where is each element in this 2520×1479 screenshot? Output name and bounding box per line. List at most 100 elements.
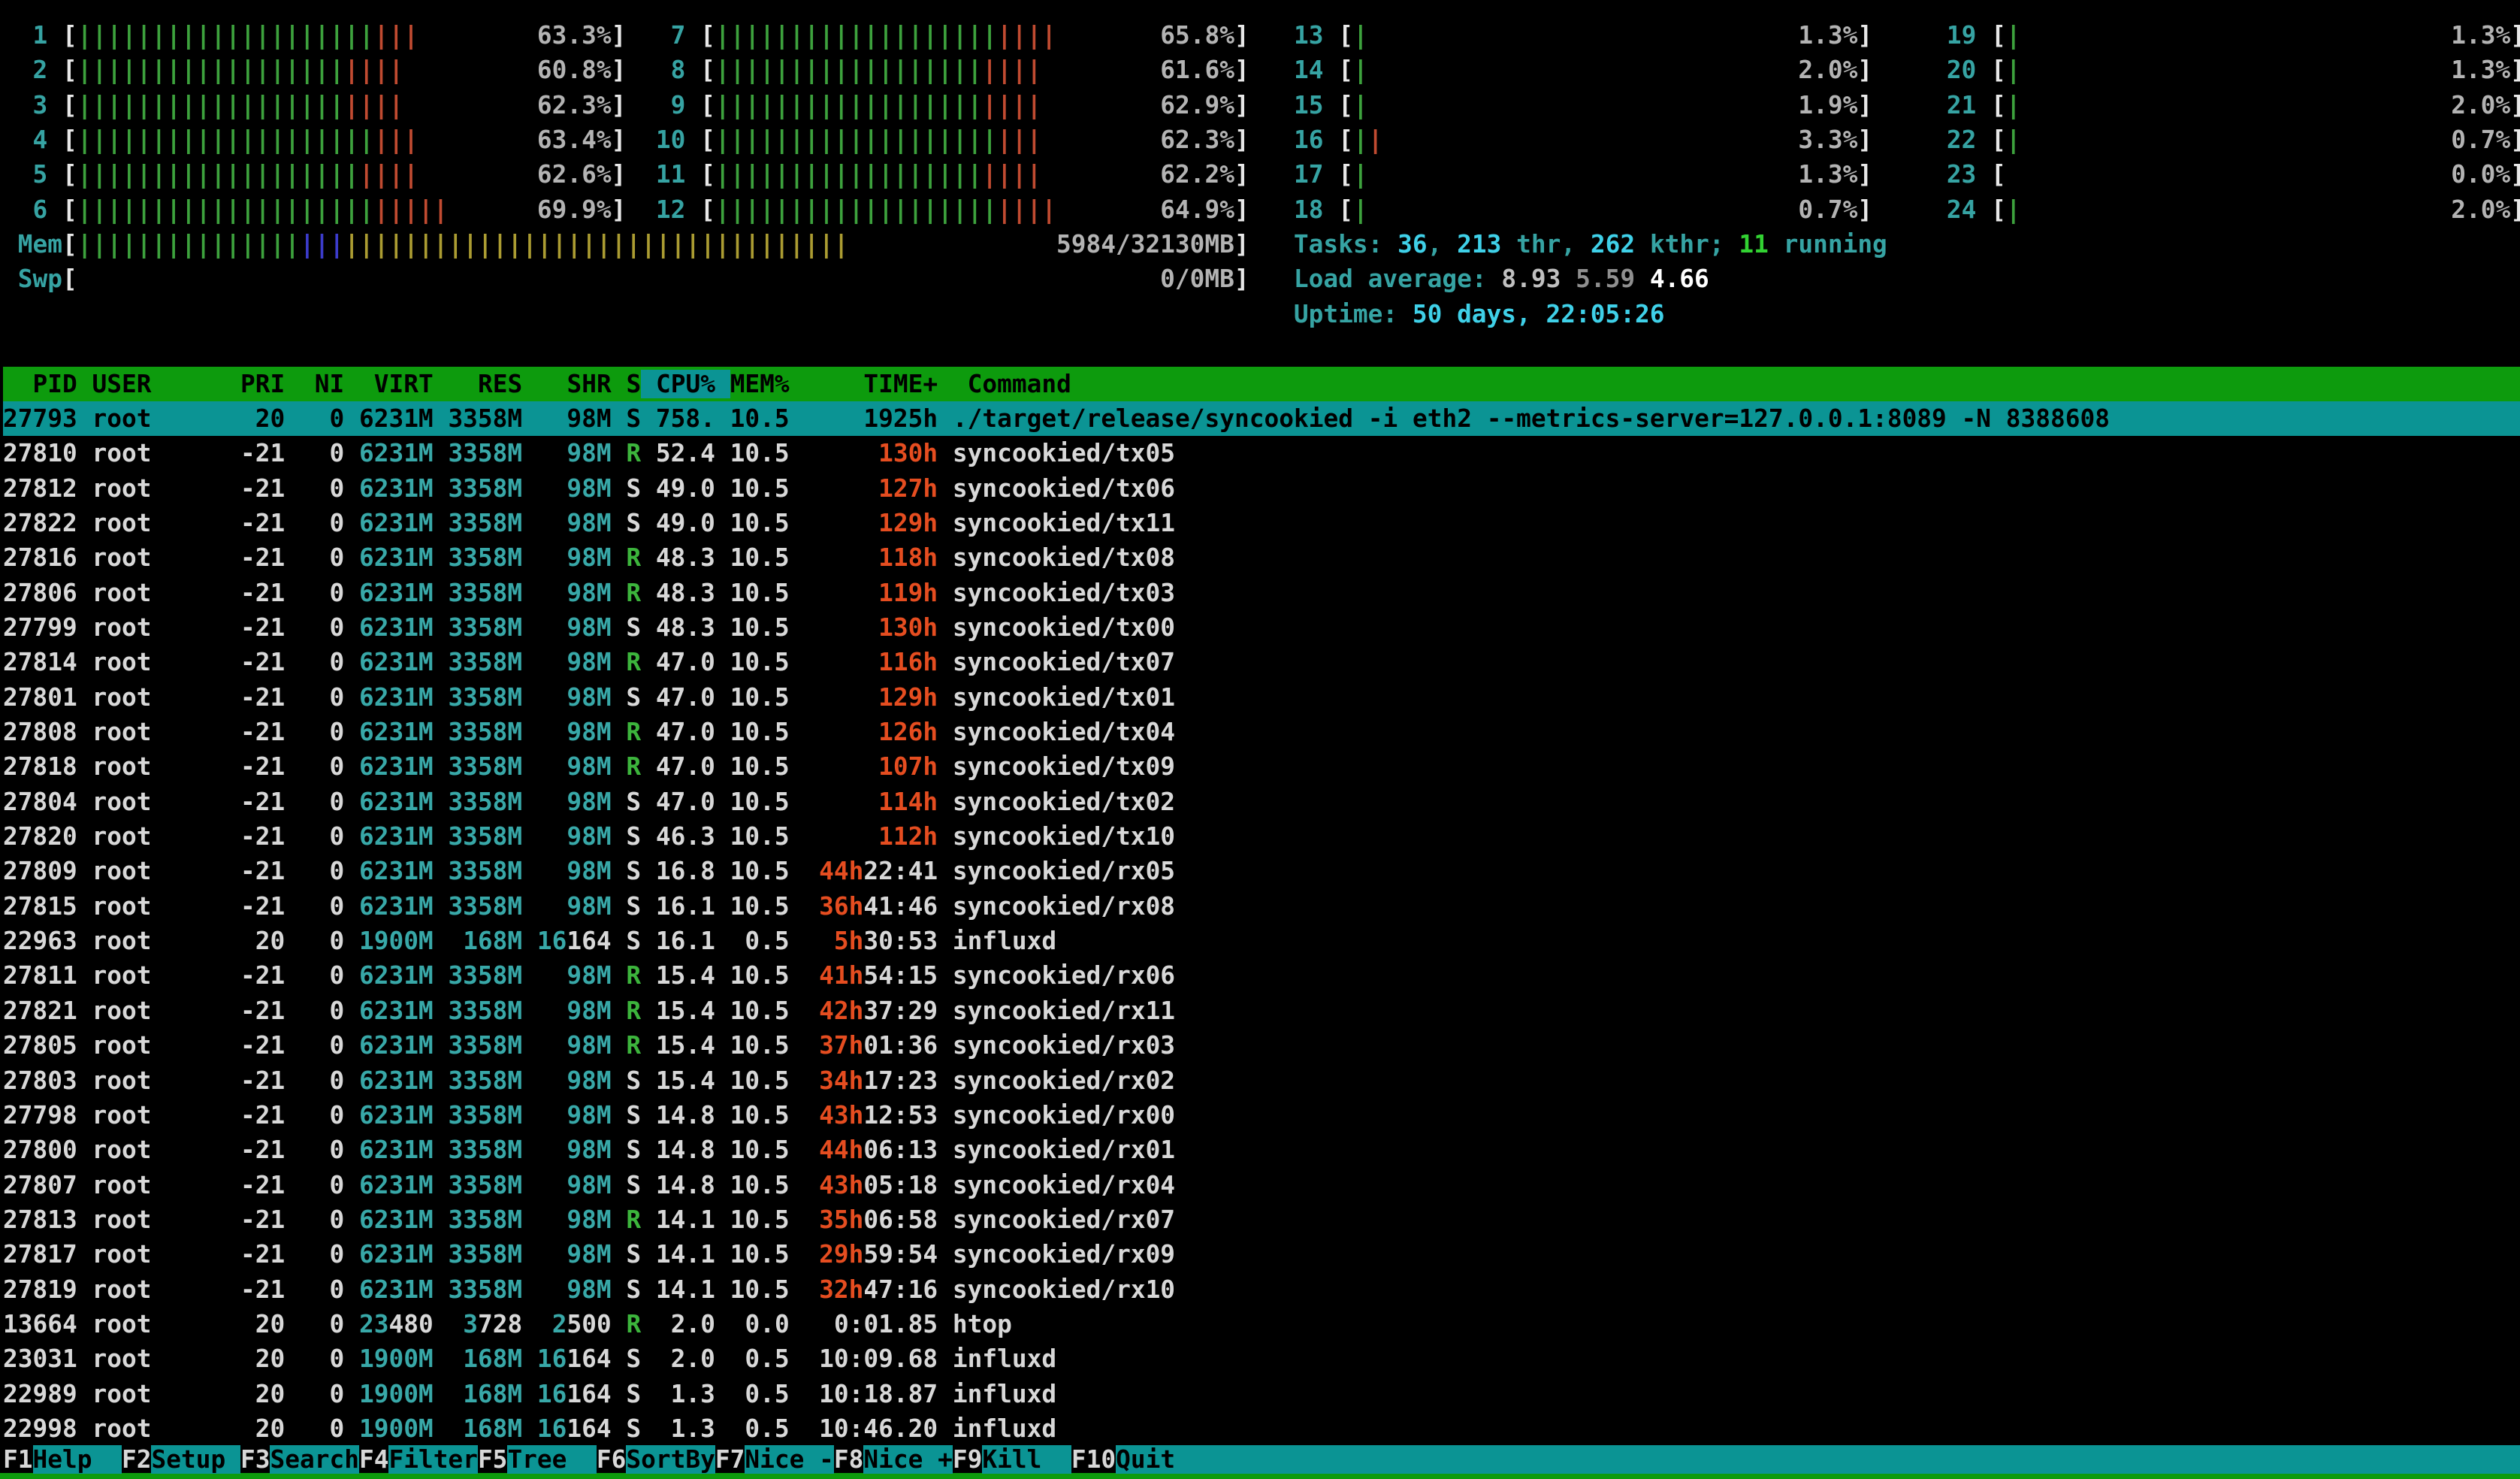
meter-ticks-green: ||||||||||||||||||| (77, 160, 359, 189)
fkey-f3-key[interactable]: F3 (240, 1445, 270, 1474)
fkey-f5-label[interactable]: Tree (507, 1445, 596, 1474)
process-row-27810[interactable]: 27810 root -21 0 6231M 3358M 98M R 52.4 … (3, 436, 2520, 470)
fkey-f10-key[interactable]: F10 (1071, 1445, 1116, 1474)
fkey-f8-key[interactable]: F8 (834, 1445, 864, 1474)
cell-command: syncookied/tx03 (953, 579, 1175, 607)
cell-command: syncookied/rx08 (953, 892, 1175, 921)
column-header-command[interactable]: Command (968, 370, 1071, 398)
spacer (285, 370, 315, 398)
process-row-27821[interactable]: 27821 root -21 0 6231M 3358M 98M R 15.4 … (3, 994, 2520, 1028)
meter-ticks-green: | (1353, 56, 1368, 84)
process-row-27822[interactable]: 27822 root -21 0 6231M 3358M 98M S 49.0 … (3, 506, 2520, 540)
spacer (151, 961, 225, 990)
cell-shr-mb: 98M (567, 961, 611, 990)
spacer (2021, 56, 2452, 84)
column-header-pri[interactable]: PRI (240, 370, 285, 398)
column-header-pid[interactable]: PID (33, 370, 77, 398)
process-row-27808[interactable]: 27808 root -21 0 6231M 3358M 98M R 47.0 … (3, 715, 2520, 749)
cell-mem-percent: 10.5 (730, 1101, 790, 1130)
column-header-cpu[interactable]: CPU% (656, 370, 715, 398)
fkey-f1-label[interactable]: Help (33, 1445, 122, 1474)
column-header-mem[interactable]: MEM% (730, 370, 790, 398)
process-row-27811[interactable]: 27811 root -21 0 6231M 3358M 98M R 15.4 … (3, 958, 2520, 993)
process-row-27805[interactable]: 27805 root -21 0 6231M 3358M 98M R 15.4 … (3, 1028, 2520, 1063)
process-row-27816[interactable]: 27816 root -21 0 6231M 3358M 98M R 48.3 … (3, 540, 2520, 575)
spacer (522, 1275, 567, 1304)
process-row-27804[interactable]: 27804 root -21 0 6231M 3358M 98M S 47.0 … (3, 785, 2520, 819)
spacer (641, 1380, 671, 1408)
column-header-time[interactable]: TIME+ (863, 370, 938, 398)
cell-command: ./target/release/syncookied -i eth2 --me… (953, 404, 2110, 433)
process-row-27809[interactable]: 27809 root -21 0 6231M 3358M 98M S 16.8 … (3, 854, 2520, 888)
spacer (612, 683, 627, 712)
process-row-13664[interactable]: 13664 root 20 0 23480 3728 2500 R 2.0 0.… (3, 1307, 2520, 1341)
process-row-23031[interactable]: 23031 root 20 0 1900M 168M 16164 S 2.0 0… (3, 1341, 2520, 1376)
column-header-ni[interactable]: NI (315, 370, 345, 398)
process-row-27815[interactable]: 27815 root -21 0 6231M 3358M 98M S 16.1 … (3, 889, 2520, 924)
spacer (938, 370, 968, 398)
cell-ni: 0 (329, 1344, 344, 1373)
column-header-res[interactable]: RES (478, 370, 522, 398)
spacer (641, 1310, 671, 1338)
cell-time: 37:29 (863, 997, 938, 1025)
process-row-27793[interactable]: 27793 root 20 0 6231M 3358M 98M S 758. 1… (3, 401, 2520, 436)
cell-ni: 0 (329, 1275, 344, 1304)
process-row-27817[interactable]: 27817 root -21 0 6231M 3358M 98M S 14.1 … (3, 1237, 2520, 1272)
process-row-27801[interactable]: 27801 root -21 0 6231M 3358M 98M S 47.0 … (3, 680, 2520, 715)
cell-time: 05:18 (863, 1171, 938, 1199)
spacer (285, 822, 329, 851)
cell-mem-percent: 10.5 (730, 961, 790, 990)
fkey-f3-label[interactable]: Search (270, 1445, 358, 1474)
cpu-meter-percent: 65.8% (1160, 21, 1234, 50)
fkey-f6-key[interactable]: F6 (597, 1445, 627, 1474)
process-row-27799[interactable]: 27799 root -21 0 6231M 3358M 98M S 48.3 … (3, 610, 2520, 645)
process-row-22998[interactable]: 22998 root 20 0 1900M 168M 16164 S 1.3 0… (3, 1411, 2520, 1446)
process-row-27800[interactable]: 27800 root -21 0 6231M 3358M 98M S 14.8 … (3, 1133, 2520, 1167)
process-row-27803[interactable]: 27803 root -21 0 6231M 3358M 98M S 15.4 … (3, 1063, 2520, 1098)
spacer (641, 788, 656, 816)
fkey-f2-label[interactable]: Setup (151, 1445, 240, 1474)
meter-ticks-green: | (1353, 126, 1368, 154)
spacer (285, 857, 329, 885)
spacer (285, 997, 329, 1025)
column-header-user[interactable]: USER (92, 370, 152, 398)
process-row-27814[interactable]: 27814 root -21 0 6231M 3358M 98M R 47.0 … (3, 645, 2520, 679)
fkey-f4-key[interactable]: F4 (359, 1445, 389, 1474)
fkey-f10-label[interactable]: Quit (1116, 1445, 1175, 1474)
column-header-s[interactable]: S (626, 370, 641, 398)
spacer (2021, 126, 2452, 154)
cpu-meter-percent: 63.4% (537, 126, 612, 154)
fkey-f9-key[interactable]: F9 (953, 1445, 983, 1474)
process-row-27807[interactable]: 27807 root -21 0 6231M 3358M 98M S 14.8 … (3, 1168, 2520, 1202)
fkey-f5-key[interactable]: F5 (478, 1445, 508, 1474)
spacer (641, 509, 656, 537)
process-row-27813[interactable]: 27813 root -21 0 6231M 3358M 98M R 14.1 … (3, 1202, 2520, 1237)
fkey-f2-key[interactable]: F2 (122, 1445, 152, 1474)
fkey-f7-label[interactable]: Nice - (745, 1445, 833, 1474)
process-row-27819[interactable]: 27819 root -21 0 6231M 3358M 98M S 14.1 … (3, 1272, 2520, 1307)
process-row-27798[interactable]: 27798 root -21 0 6231M 3358M 98M S 14.8 … (3, 1098, 2520, 1133)
fkey-f4-label[interactable]: Filter (388, 1445, 477, 1474)
process-row-27812[interactable]: 27812 root -21 0 6231M 3358M 98M S 49.0 … (3, 471, 2520, 506)
process-row-27806[interactable]: 27806 root -21 0 6231M 3358M 98M R 48.3 … (3, 576, 2520, 610)
cell-time: 59:54 (863, 1240, 938, 1269)
spacer (790, 1275, 820, 1304)
cell-shr: 164 (567, 1344, 611, 1373)
column-header-virt[interactable]: VIRT (374, 370, 434, 398)
cell-time-hours: 42h (819, 997, 863, 1025)
cpu-meter-percent: 1.3% (1798, 160, 1857, 189)
cell-state: S (626, 1414, 641, 1443)
cpu-meter-row-3: 3 [|||||||||||||||||||||| 62.3%] 9 [||||… (3, 88, 2520, 122)
fkey-f1-key[interactable]: F1 (3, 1445, 33, 1474)
process-row-22963[interactable]: 22963 root 20 0 1900M 168M 16164 S 16.1 … (3, 924, 2520, 958)
column-header-shr[interactable]: SHR (567, 370, 611, 398)
spacer (434, 961, 449, 990)
process-row-22989[interactable]: 22989 root 20 0 1900M 168M 16164 S 1.3 0… (3, 1377, 2520, 1411)
fkey-f9-label[interactable]: Kill (982, 1445, 1071, 1474)
spacer (626, 160, 656, 189)
process-row-27820[interactable]: 27820 root -21 0 6231M 3358M 98M S 46.3 … (3, 819, 2520, 854)
process-row-27818[interactable]: 27818 root -21 0 6231M 3358M 98M R 47.0 … (3, 749, 2520, 784)
fkey-f8-label[interactable]: Nice + (863, 1445, 952, 1474)
fkey-f6-label[interactable]: SortBy (626, 1445, 715, 1474)
fkey-f7-key[interactable]: F7 (715, 1445, 745, 1474)
